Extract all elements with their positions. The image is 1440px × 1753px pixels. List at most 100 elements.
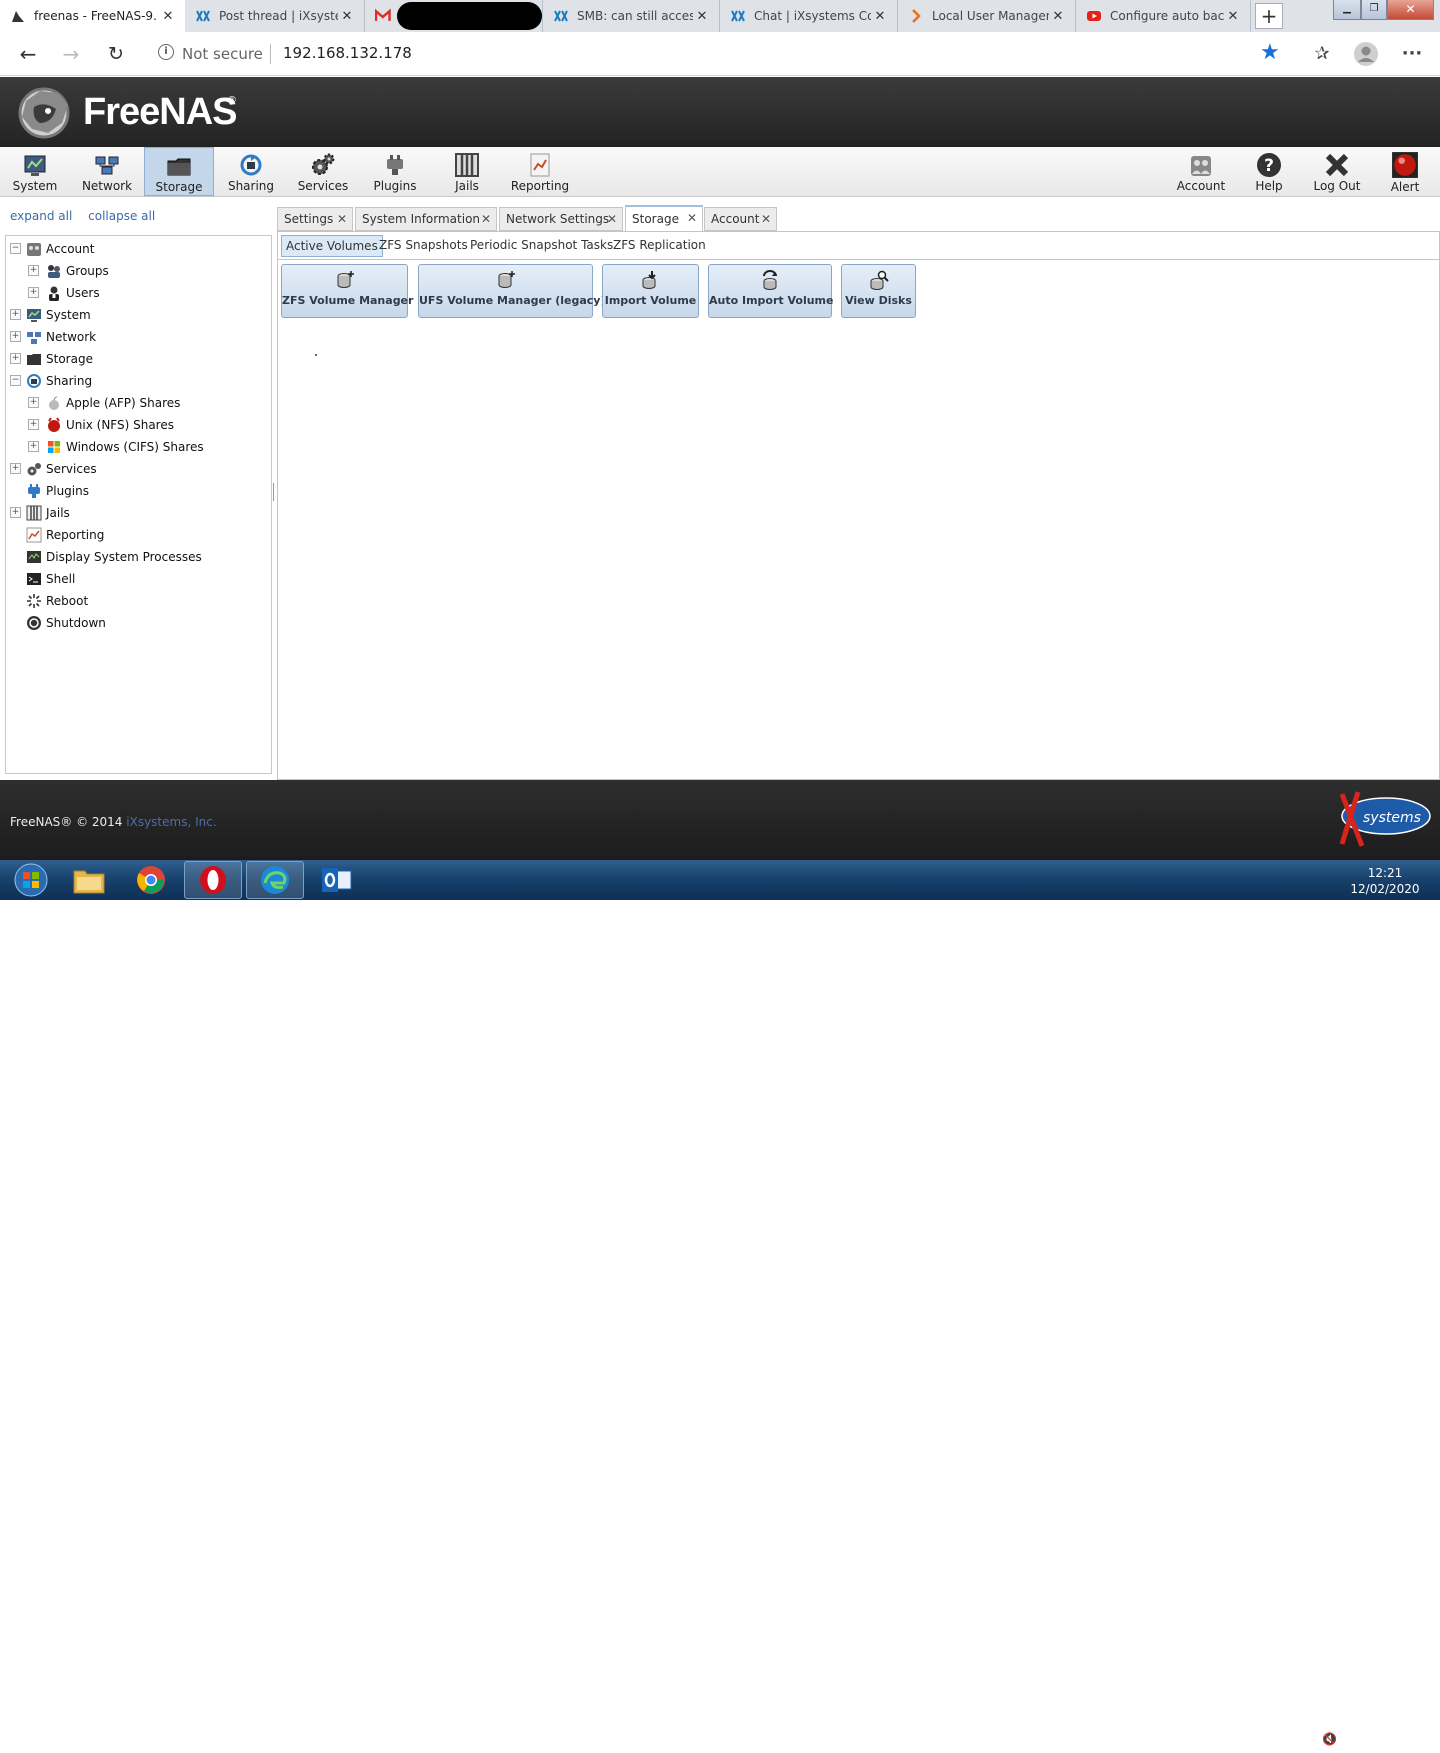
subtab-periodic-snapshot-tasks[interactable]: Periodic Snapshot Tasks (466, 235, 617, 257)
toolbar-reporting-button[interactable]: Reporting (504, 147, 576, 196)
tree-node-system[interactable]: + System (10, 304, 91, 326)
tree-node-services[interactable]: + Services (10, 458, 97, 480)
ixsystems-link[interactable]: iXsystems, Inc. (126, 815, 216, 829)
toolbar-network-button[interactable]: Network (72, 147, 142, 196)
browser-tab-youtube[interactable]: Configure auto back ✕ (1076, 0, 1251, 32)
expand-icon[interactable]: + (28, 441, 39, 452)
toolbar-jails-button[interactable]: Jails (432, 147, 502, 196)
flag-icon[interactable]: ⚑ (1275, 1732, 1286, 1746)
expand-icon[interactable]: + (10, 353, 21, 364)
close-icon[interactable]: ✕ (1224, 9, 1242, 24)
url-text[interactable]: 192.168.132.178 (283, 44, 412, 62)
start-button[interactable] (2, 861, 60, 899)
address-input[interactable]: i Not secure 192.168.132.178 ★ (148, 38, 1294, 70)
subtab-zfs-replication[interactable]: ZFS Replication (609, 235, 710, 257)
tree-node-plugins[interactable]: Plugins (26, 480, 89, 502)
browser-tab-local-user[interactable]: Local User Managem ✕ (898, 0, 1076, 32)
view-disks-button[interactable]: View Disks (841, 264, 916, 318)
chrome-taskbar-icon[interactable] (122, 861, 180, 899)
close-icon[interactable]: ✕ (761, 212, 771, 226)
minimize-button[interactable]: ▁ (1333, 0, 1361, 20)
browser-tab-gmail[interactable] (365, 0, 543, 32)
expand-all-link[interactable]: expand all (10, 209, 72, 223)
content-tab-network-settings[interactable]: Network Settings ✕ (499, 207, 623, 231)
tree-node-users[interactable]: + Users (28, 282, 100, 304)
toolbar-sharing-button[interactable]: Sharing (216, 147, 286, 196)
tree-node-shutdown[interactable]: Shutdown (26, 612, 106, 634)
panel-splitter[interactable] (273, 483, 275, 501)
tree-node-reboot[interactable]: Reboot (26, 590, 88, 612)
browser-tab-freenas[interactable]: freenas - FreeNAS-9. ✕ (0, 0, 185, 32)
close-icon[interactable]: ✕ (687, 211, 697, 225)
close-icon[interactable]: ✕ (693, 9, 711, 24)
favorites-list-icon[interactable]: ✰ (1308, 40, 1336, 68)
toolbar-logout-button[interactable]: Log Out (1302, 147, 1372, 196)
edge-taskbar-icon[interactable] (246, 861, 304, 899)
close-icon[interactable]: ✕ (1049, 9, 1067, 24)
close-icon[interactable]: ✕ (871, 9, 889, 24)
browser-tab-smb[interactable]: SMB: can still access ✕ (543, 0, 720, 32)
expand-icon[interactable]: + (10, 463, 21, 474)
favorite-star-icon[interactable]: ★ (1260, 40, 1280, 65)
system-clock[interactable]: 12:21 12/02/2020 (1350, 865, 1420, 897)
toolbar-plugins-button[interactable]: Plugins (360, 147, 430, 196)
back-button[interactable]: ← (14, 40, 42, 68)
outlook-taskbar-icon[interactable] (308, 861, 366, 899)
tree-node-sharing[interactable]: − Sharing (10, 370, 92, 392)
opera-taskbar-icon[interactable] (184, 861, 242, 899)
collapse-all-link[interactable]: collapse all (88, 209, 155, 223)
window-close-button[interactable]: ✕ (1387, 0, 1434, 20)
expand-icon[interactable]: + (10, 309, 21, 320)
maximize-button[interactable]: ❐ (1361, 0, 1387, 20)
expand-icon[interactable]: + (10, 331, 21, 342)
content-tab-account[interactable]: Account ✕ (704, 207, 777, 231)
tree-node-account[interactable]: − Account (10, 238, 94, 260)
tree-node-unix-nfs-shares[interactable]: + Unix (NFS) Shares (28, 414, 174, 436)
close-icon[interactable]: ✕ (337, 212, 347, 226)
browser-tab-chat[interactable]: Chat | iXsystems Com ✕ (720, 0, 898, 32)
close-icon[interactable]: ✕ (607, 212, 617, 226)
zfs-volume-manager-button[interactable]: ZFS Volume Manager (281, 264, 413, 318)
subtab-active-volumes[interactable]: Active Volumes (281, 235, 383, 257)
close-icon[interactable]: ✕ (338, 9, 356, 24)
more-menu-icon[interactable]: ··· (1398, 40, 1426, 68)
forward-button[interactable]: → (57, 40, 85, 68)
tree-node-reporting[interactable]: Reporting (26, 524, 104, 546)
content-tab-system-information[interactable]: System Information ✕ (355, 207, 497, 231)
auto-import-volume-button[interactable]: Auto Import Volume (708, 264, 833, 318)
tree-node-display-system-processes[interactable]: Display System Processes (26, 546, 202, 568)
toolbar-account-button[interactable]: Account (1166, 147, 1236, 196)
toolbar-help-button[interactable]: ? Help (1234, 147, 1304, 196)
profile-avatar[interactable] (1352, 40, 1380, 68)
collapse-icon[interactable]: − (10, 375, 21, 386)
tree-node-apple-afp-shares[interactable]: + Apple (AFP) Shares (28, 392, 180, 414)
tree-node-groups[interactable]: + Groups (28, 260, 109, 282)
expand-icon[interactable]: + (10, 507, 21, 518)
tree-node-shell[interactable]: Shell (26, 568, 75, 590)
toolbar-system-button[interactable]: System (0, 147, 70, 196)
import-volume-button[interactable]: Import Volume (602, 264, 699, 318)
browser-tab-post-thread[interactable]: Post thread | iXsystem ✕ (185, 0, 365, 32)
subtab-zfs-snapshots[interactable]: ZFS Snapshots (375, 235, 472, 257)
close-icon[interactable]: ✕ (159, 9, 177, 24)
ufs-volume-manager-legacy-button[interactable]: UFS Volume Manager (legacy) (418, 264, 606, 318)
tree-node-windows-cifs-shares[interactable]: + Windows (CIFS) Shares (28, 436, 204, 458)
expand-icon[interactable]: + (28, 287, 39, 298)
network-tray-icon[interactable]: 🖧 (1298, 1732, 1311, 1753)
ixsystems-logo[interactable]: systems (1328, 784, 1432, 856)
volume-muted-icon[interactable]: 🔇 (1322, 1732, 1337, 1746)
collapse-icon[interactable]: − (10, 243, 21, 254)
tree-node-storage[interactable]: + Storage (10, 348, 93, 370)
expand-icon[interactable]: + (28, 397, 39, 408)
content-tab-settings[interactable]: Settings ✕ (277, 207, 353, 231)
close-icon[interactable]: ✕ (481, 212, 491, 226)
toolbar-storage-button[interactable]: Storage (144, 147, 214, 196)
info-icon[interactable]: i (158, 44, 174, 60)
new-tab-button[interactable]: + (1255, 3, 1283, 29)
show-hidden-icons[interactable]: ▲ (1252, 1732, 1261, 1746)
expand-icon[interactable]: + (28, 265, 39, 276)
tree-node-network[interactable]: + Network (10, 326, 96, 348)
content-tab-storage[interactable]: Storage ✕ (625, 205, 703, 232)
expand-icon[interactable]: + (28, 419, 39, 430)
tree-node-jails[interactable]: + Jails (10, 502, 70, 524)
